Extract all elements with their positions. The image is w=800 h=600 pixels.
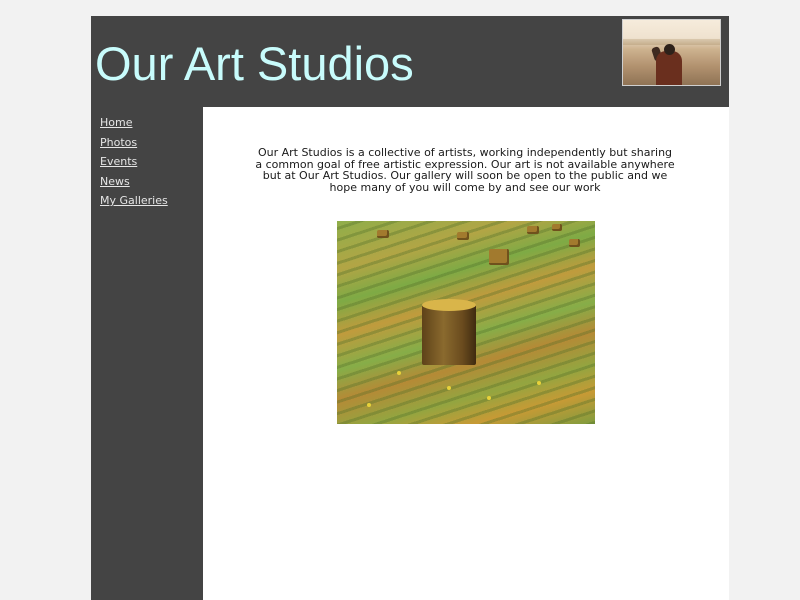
nav-link-events[interactable]: Events xyxy=(100,155,137,168)
nav-item-news: News xyxy=(100,170,168,190)
painting-bale xyxy=(569,239,580,247)
painting-flower xyxy=(447,386,451,390)
site-title: Our Art Studios xyxy=(95,37,414,90)
site-header: Our Art Studios xyxy=(91,16,729,107)
nav-link-my-galleries[interactable]: My Galleries xyxy=(100,194,168,207)
painting-bale xyxy=(377,230,389,238)
intro-text: Our Art Studios is a collective of artis… xyxy=(255,146,675,194)
site-container: Our Art Studios Home Photos Events News … xyxy=(91,16,729,600)
painting-flower xyxy=(367,403,371,407)
painting-bale xyxy=(457,232,469,240)
painting-bale xyxy=(489,249,509,265)
main-content: Our Art Studios is a collective of artis… xyxy=(203,107,729,600)
nav-item-home: Home xyxy=(100,111,168,131)
painting-stump-top xyxy=(422,299,476,311)
painting-flower xyxy=(397,371,401,375)
photo-person-body xyxy=(656,51,682,85)
nav-link-home[interactable]: Home xyxy=(100,116,132,129)
nav-item-photos: Photos xyxy=(100,131,168,151)
painting-flower xyxy=(487,396,491,400)
nav-item-my-galleries: My Galleries xyxy=(100,189,168,209)
photo-person-head xyxy=(664,44,675,55)
nav-link-news[interactable]: News xyxy=(100,175,130,188)
nav-link-photos[interactable]: Photos xyxy=(100,136,137,149)
header-photo xyxy=(622,19,721,86)
sidebar-nav: Home Photos Events News My Galleries xyxy=(100,111,168,209)
nav-item-events: Events xyxy=(100,150,168,170)
painting-bale xyxy=(552,224,562,231)
painting-stump xyxy=(422,303,476,365)
painting-bale xyxy=(527,226,539,234)
sidebar: Home Photos Events News My Galleries xyxy=(91,107,203,600)
painting-flower xyxy=(537,381,541,385)
featured-painting xyxy=(337,221,595,424)
